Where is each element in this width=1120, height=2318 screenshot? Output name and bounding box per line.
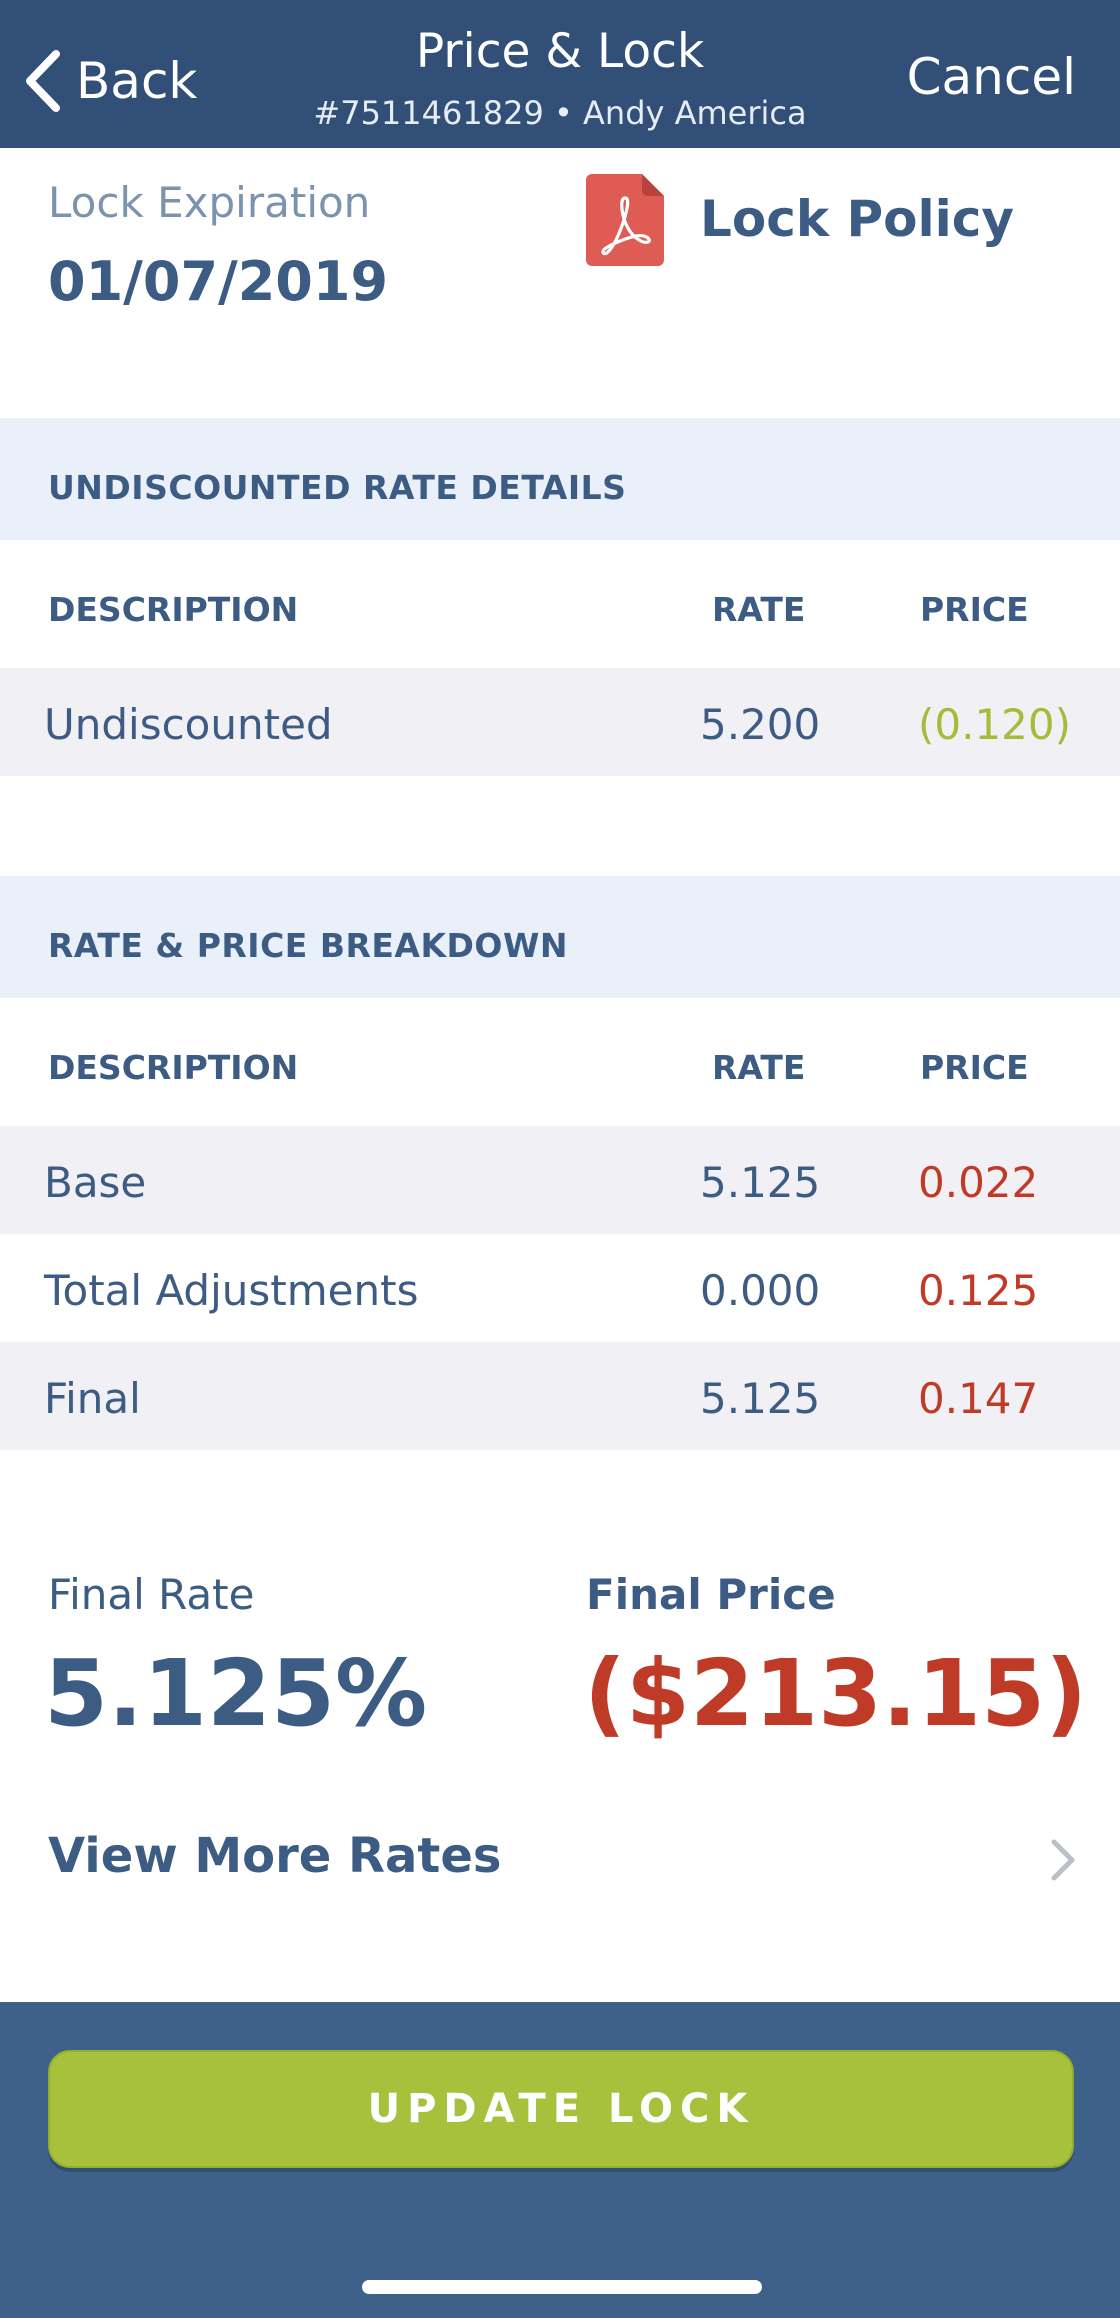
view-more-rates-label: View More Rates [48, 1828, 502, 1884]
final-rate-label: Final Rate [48, 1570, 255, 1619]
update-lock-button[interactable]: UPDATE LOCK [48, 2050, 1074, 2168]
lock-policy-link[interactable]: Lock Policy [700, 190, 1014, 248]
pdf-file-icon[interactable] [586, 174, 664, 266]
row-rate: 5.200 [700, 700, 821, 749]
lock-expiration-value: 01/07/2019 [48, 250, 389, 313]
cancel-button[interactable]: Cancel [907, 48, 1076, 106]
row-rate: 5.125 [700, 1158, 821, 1207]
final-price-label: Final Price [586, 1570, 836, 1619]
nav-bar: Back Price & Lock #7511461829 • Andy Ame… [0, 0, 1120, 148]
column-price: PRICE [920, 590, 1029, 629]
table-row: Final 5.125 0.147 [0, 1342, 1120, 1450]
row-description: Base [44, 1158, 147, 1207]
view-more-rates-row[interactable]: View More Rates [0, 1810, 1120, 1910]
column-description: DESCRIPTION [48, 1048, 299, 1087]
column-price: PRICE [920, 1048, 1029, 1087]
row-rate: 0.000 [700, 1266, 821, 1315]
row-price: (0.120) [918, 700, 1072, 749]
breakdown-section-title: RATE & PRICE BREAKDOWN [48, 926, 569, 965]
undiscounted-column-headers: DESCRIPTION RATE PRICE [0, 540, 1120, 668]
final-price-value: ($213.15) [584, 1640, 1088, 1747]
lock-expiration-label: Lock Expiration [48, 178, 371, 227]
column-rate: RATE [712, 590, 806, 629]
table-row: Base 5.125 0.022 [0, 1126, 1120, 1234]
row-price: 0.147 [918, 1374, 1039, 1423]
breakdown-column-headers: DESCRIPTION RATE PRICE [0, 998, 1120, 1126]
table-row: Undiscounted 5.200 (0.120) [0, 668, 1120, 776]
home-indicator [362, 2280, 762, 2294]
table-row: Total Adjustments 0.000 0.125 [0, 1234, 1120, 1342]
row-price: 0.022 [918, 1158, 1039, 1207]
update-lock-label: UPDATE LOCK [367, 2086, 755, 2132]
column-rate: RATE [712, 1048, 806, 1087]
breakdown-section-header: RATE & PRICE BREAKDOWN [0, 876, 1120, 998]
final-rate-value: 5.125% [44, 1640, 428, 1747]
row-price: 0.125 [918, 1266, 1039, 1315]
column-description: DESCRIPTION [48, 590, 299, 629]
row-description: Total Adjustments [44, 1266, 419, 1315]
chevron-right-icon [1051, 1839, 1075, 1881]
row-description: Undiscounted [44, 700, 333, 749]
undiscounted-section-title: UNDISCOUNTED RATE DETAILS [48, 468, 627, 507]
row-rate: 5.125 [700, 1374, 821, 1423]
row-description: Final [44, 1374, 141, 1423]
undiscounted-section-header: UNDISCOUNTED RATE DETAILS [0, 418, 1120, 540]
